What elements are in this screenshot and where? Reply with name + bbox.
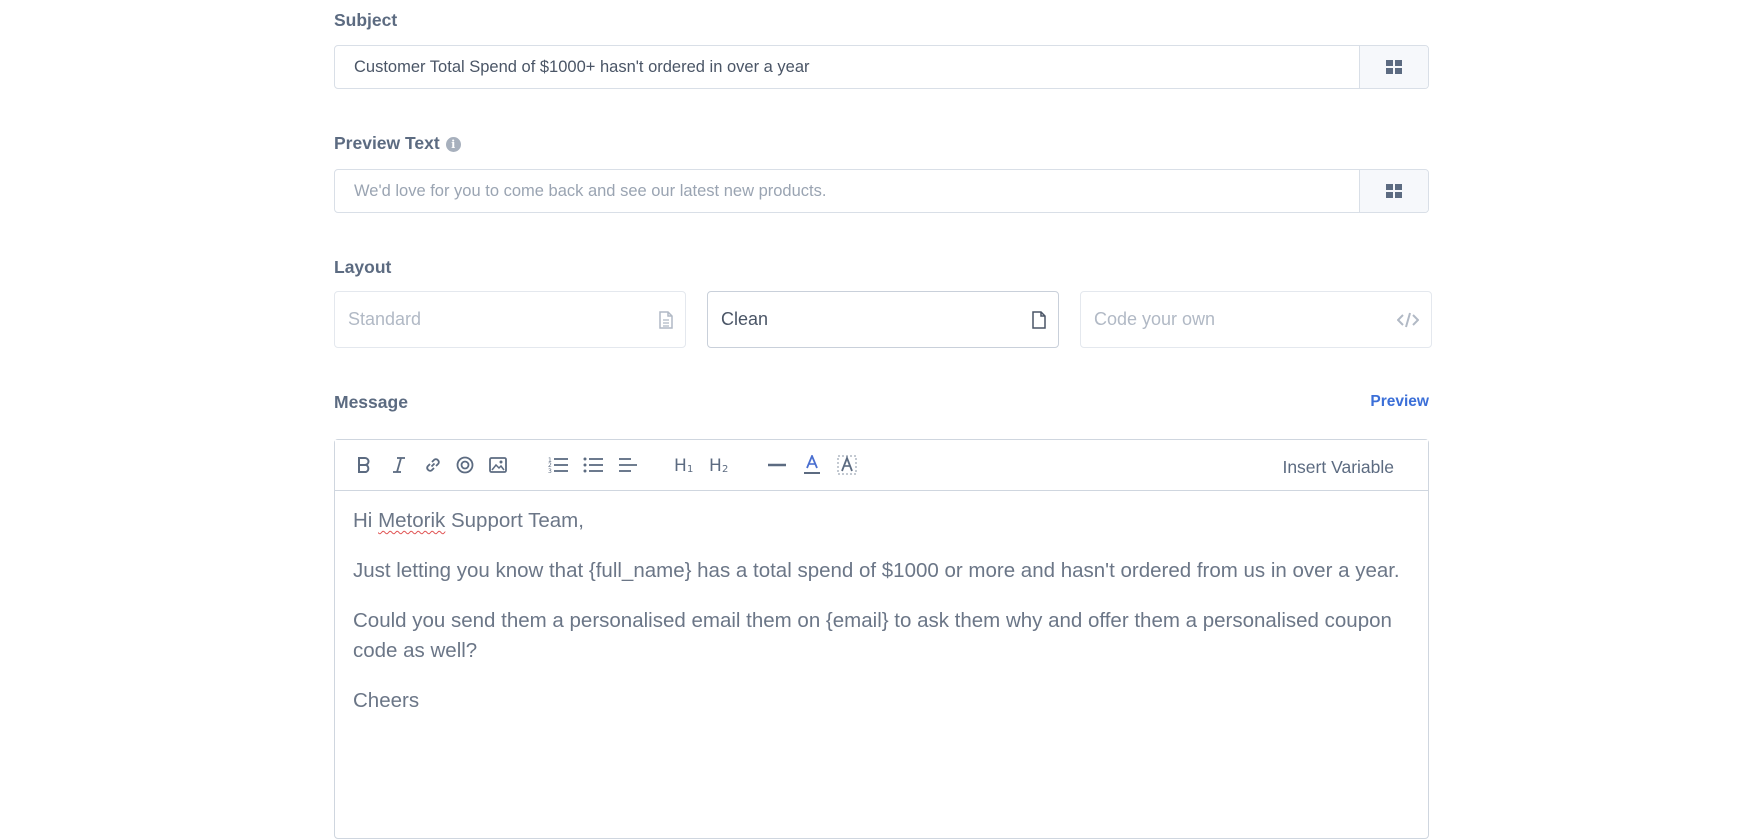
preview-text-field-group: We'd love for you to come back and see o… xyxy=(334,169,1429,213)
grid-icon xyxy=(1386,60,1402,74)
preview-text-label: Preview Text i xyxy=(334,133,461,154)
layout-option-label: Clean xyxy=(721,309,769,329)
grid-icon xyxy=(1386,184,1402,198)
svg-text:H: H xyxy=(674,456,687,474)
subject-label: Subject xyxy=(334,10,398,30)
layout-option-label: Code your own xyxy=(1094,309,1216,329)
italic-icon[interactable] xyxy=(387,453,411,477)
preview-text-input[interactable]: We'd love for you to come back and see o… xyxy=(335,170,1359,212)
svg-text:H: H xyxy=(709,456,722,474)
bullet-list-icon[interactable] xyxy=(581,453,605,477)
image-icon[interactable] xyxy=(486,453,510,477)
align-left-icon[interactable] xyxy=(616,453,640,477)
misspelled-word: Metorik xyxy=(378,509,446,532)
greeting-line: Hi Metorik Support Team, xyxy=(353,509,584,532)
preview-text-variable-button[interactable] xyxy=(1359,170,1428,212)
body-paragraph-2: Could you send them a personalised email… xyxy=(353,609,1392,662)
editor-toolbar: 123 H1 H2 Insert Variable xyxy=(335,440,1428,491)
heading-1-icon[interactable]: H1 xyxy=(672,453,700,477)
subject-input[interactable]: Customer Total Spend of $1000+ hasn't or… xyxy=(335,46,1359,88)
clear-format-icon[interactable] xyxy=(835,453,859,477)
layout-option-clean[interactable]: Clean xyxy=(707,291,1059,348)
message-editor: 123 H1 H2 Insert Variable Hi Metorik Sup… xyxy=(334,439,1429,839)
subject-field-group: Customer Total Spend of $1000+ hasn't or… xyxy=(334,45,1429,89)
horizontal-rule-icon[interactable] xyxy=(765,453,789,477)
svg-text:3: 3 xyxy=(548,468,552,474)
text-color-icon[interactable] xyxy=(800,453,824,477)
preview-link[interactable]: Preview xyxy=(1370,393,1429,411)
insert-variable-button[interactable]: Insert Variable xyxy=(1282,457,1394,478)
document-icon xyxy=(1032,310,1046,329)
svg-text:2: 2 xyxy=(722,464,728,474)
body-paragraph-1: Just letting you know that {full_name} h… xyxy=(353,559,1400,582)
layout-option-standard[interactable]: Standard xyxy=(334,291,686,348)
code-icon xyxy=(1397,312,1419,327)
layout-option-label: Standard xyxy=(348,309,422,329)
ordered-list-icon[interactable]: 123 xyxy=(546,453,570,477)
heading-2-icon[interactable]: H2 xyxy=(707,453,735,477)
layout-label: Layout xyxy=(334,257,392,277)
body-paragraph-3: Cheers xyxy=(353,689,420,712)
document-lines-icon xyxy=(659,310,673,329)
layout-option-code[interactable]: Code your own xyxy=(1080,291,1432,348)
bold-icon[interactable] xyxy=(352,453,376,477)
message-body[interactable]: Hi Metorik Support Team, Just letting yo… xyxy=(335,506,1428,716)
subject-variable-button[interactable] xyxy=(1359,46,1428,88)
svg-text:1: 1 xyxy=(687,464,693,474)
link-icon[interactable] xyxy=(421,453,445,477)
message-label: Message xyxy=(334,392,408,412)
target-icon[interactable] xyxy=(453,453,477,477)
info-icon[interactable]: i xyxy=(445,136,461,152)
